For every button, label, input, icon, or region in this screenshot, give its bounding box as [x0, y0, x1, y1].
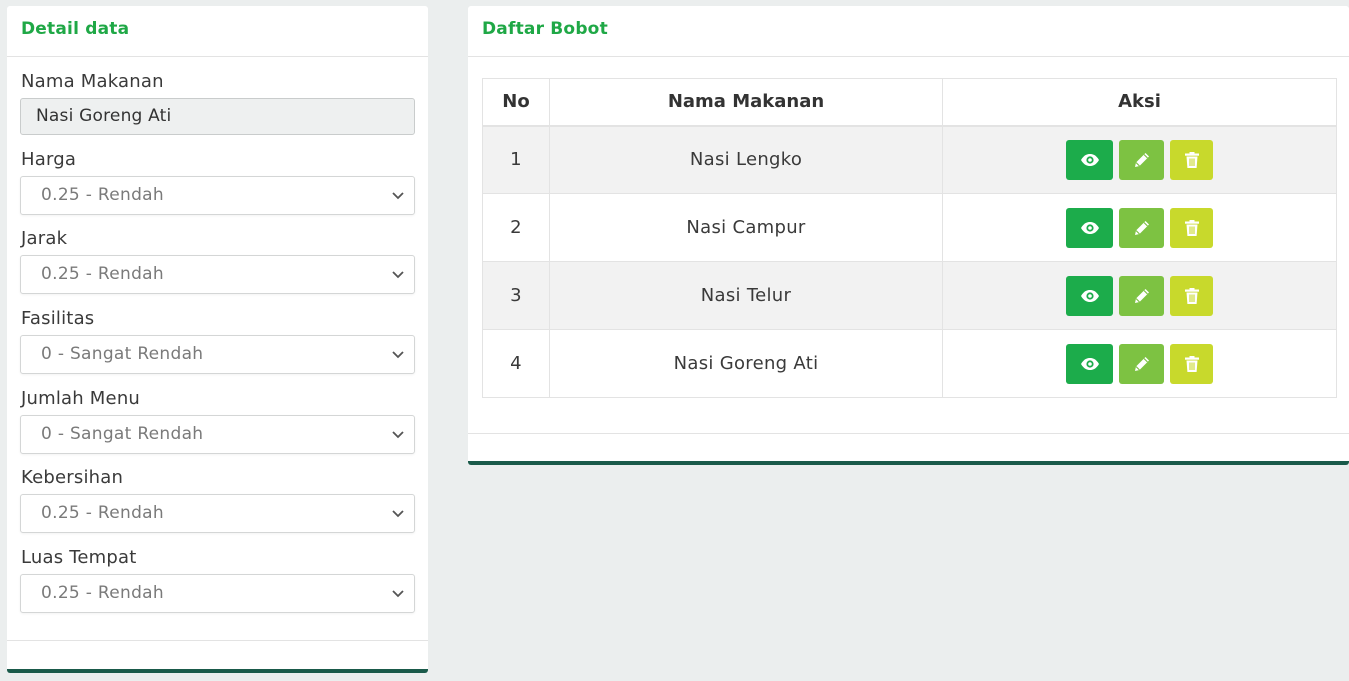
header-aksi: Aksi — [942, 78, 1337, 127]
jarak-select-value: 0.25 - Rendah — [41, 264, 164, 284]
view-button[interactable] — [1066, 343, 1113, 384]
row-actions — [942, 329, 1337, 398]
label-jumlah-menu: Jumlah Menu — [21, 388, 141, 409]
row-actions — [942, 193, 1337, 262]
chevron-down-icon — [392, 510, 404, 518]
delete-button[interactable] — [1170, 207, 1213, 248]
label-jarak: Jarak — [21, 228, 68, 249]
label-fasilitas: Fasilitas — [21, 308, 95, 329]
edit-button[interactable] — [1119, 207, 1164, 248]
daftar-bobot-header: Daftar Bobot — [468, 6, 1349, 57]
detail-data-title: Detail data — [21, 19, 130, 39]
detail-data-header: Detail data — [7, 6, 428, 57]
pencil-icon — [1134, 356, 1149, 371]
row-no: 2 — [482, 193, 550, 262]
table-row: 3 Nasi Telur — [482, 261, 1337, 330]
edit-button[interactable] — [1119, 343, 1164, 384]
pencil-icon — [1134, 220, 1149, 235]
row-no: 3 — [482, 261, 550, 330]
header-nama-makanan: Nama Makanan — [549, 78, 943, 127]
card-footer-divider — [468, 433, 1349, 434]
luas-tempat-select[interactable]: 0.25 - Rendah — [20, 574, 415, 613]
table-row: 4 Nasi Goreng Ati — [482, 329, 1337, 398]
detail-data-card: Detail data Nama Makanan Nasi Goreng Ati… — [7, 6, 428, 673]
jumlah-menu-select[interactable]: 0 - Sangat Rendah — [20, 415, 415, 454]
eye-icon — [1080, 357, 1099, 370]
bobot-table-wrapper: No Nama Makanan Aksi 1 Nasi Lengko 2 Nas… — [482, 78, 1337, 398]
view-button[interactable] — [1066, 207, 1113, 248]
label-luas-tempat: Luas Tempat — [21, 547, 137, 568]
row-nama-makanan: Nasi Campur — [549, 193, 943, 262]
row-nama-makanan: Nasi Telur — [549, 261, 943, 330]
table-row: 1 Nasi Lengko — [482, 125, 1337, 194]
label-nama-makanan: Nama Makanan — [21, 71, 164, 92]
kebersihan-select[interactable]: 0.25 - Rendah — [20, 494, 415, 533]
label-harga: Harga — [21, 149, 77, 170]
jumlah-menu-select-value: 0 - Sangat Rendah — [41, 424, 204, 444]
nama-makanan-input[interactable]: Nasi Goreng Ati — [20, 98, 415, 135]
pencil-icon — [1134, 152, 1149, 167]
edit-button[interactable] — [1119, 139, 1164, 180]
harga-select[interactable]: 0.25 - Rendah — [20, 176, 415, 215]
table-header-row: No Nama Makanan Aksi — [482, 78, 1337, 127]
daftar-bobot-title: Daftar Bobot — [482, 19, 608, 39]
luas-tempat-select-value: 0.25 - Rendah — [41, 583, 164, 603]
eye-icon — [1080, 153, 1099, 166]
row-actions — [942, 125, 1337, 194]
kebersihan-select-value: 0.25 - Rendah — [41, 503, 164, 523]
delete-button[interactable] — [1170, 139, 1213, 180]
trash-icon — [1184, 151, 1199, 168]
chevron-down-icon — [392, 271, 404, 279]
chevron-down-icon — [392, 590, 404, 598]
row-no: 1 — [482, 125, 550, 194]
harga-select-value: 0.25 - Rendah — [41, 185, 164, 205]
trash-icon — [1184, 287, 1199, 304]
fasilitas-select[interactable]: 0 - Sangat Rendah — [20, 335, 415, 374]
header-no: No — [482, 78, 550, 127]
view-button[interactable] — [1066, 139, 1113, 180]
pencil-icon — [1134, 288, 1149, 303]
trash-icon — [1184, 219, 1199, 236]
trash-icon — [1184, 355, 1199, 372]
row-nama-makanan: Nasi Goreng Ati — [549, 329, 943, 398]
label-kebersihan: Kebersihan — [21, 467, 124, 488]
table-row: 2 Nasi Campur — [482, 193, 1337, 262]
edit-button[interactable] — [1119, 275, 1164, 316]
eye-icon — [1080, 221, 1099, 234]
jarak-select[interactable]: 0.25 - Rendah — [20, 255, 415, 294]
eye-icon — [1080, 289, 1099, 302]
chevron-down-icon — [392, 431, 404, 439]
row-no: 4 — [482, 329, 550, 398]
chevron-down-icon — [392, 192, 404, 200]
bobot-table: No Nama Makanan Aksi 1 Nasi Lengko 2 Nas… — [482, 78, 1337, 398]
daftar-bobot-card: Daftar Bobot No Nama Makanan Aksi 1 Nasi… — [468, 6, 1349, 465]
delete-button[interactable] — [1170, 275, 1213, 316]
fasilitas-select-value: 0 - Sangat Rendah — [41, 344, 204, 364]
card-footer-divider — [7, 640, 428, 641]
row-nama-makanan: Nasi Lengko — [549, 125, 943, 194]
view-button[interactable] — [1066, 275, 1113, 316]
row-actions — [942, 261, 1337, 330]
delete-button[interactable] — [1170, 343, 1213, 384]
chevron-down-icon — [392, 351, 404, 359]
